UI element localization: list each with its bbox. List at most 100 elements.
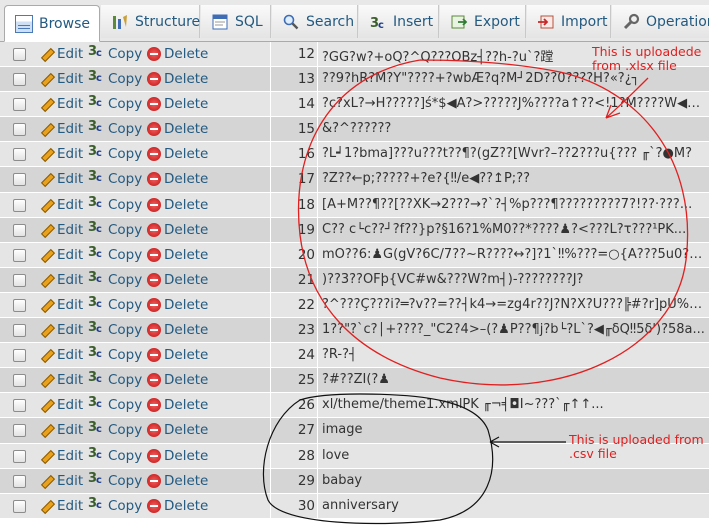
tab-structure[interactable]: Structure [101,5,200,38]
row-value[interactable]: ?L┙1?bma]???u???t??¶?(gZ??[Wvr?–??2???u{… [322,146,707,161]
edit-link[interactable]: Edit [38,121,83,137]
delete-link[interactable]: Delete [147,197,208,213]
row-value[interactable]: ??9?hR?M?Y"????+?wbÆ?q?M┘2D??0????H?«?¿┐ [322,71,707,86]
row-value[interactable]: ?R-?┤ [322,347,707,362]
tab-insert[interactable]: 3c Insert [359,5,439,38]
edit-link[interactable]: Edit [38,146,83,162]
delete-link[interactable]: Delete [147,498,208,514]
edit-link[interactable]: Edit [38,96,83,112]
delete-link[interactable]: Delete [147,372,208,388]
delete-link[interactable]: Delete [147,222,208,238]
edit-link[interactable]: Edit [38,197,83,213]
row-checkbox[interactable] [13,198,26,212]
delete-link[interactable]: Delete [147,121,208,137]
edit-link[interactable]: Edit [38,272,83,288]
delete-link[interactable]: Delete [147,146,208,162]
row-checkbox[interactable] [13,298,26,312]
edit-link[interactable]: Edit [38,46,83,62]
row-checkbox[interactable] [13,399,26,413]
tab-browse[interactable]: Browse [4,5,100,42]
row-value[interactable]: mO??6:♟G(gV?6C/7??~R????↔?]?1`‼%???=○{A?… [322,247,707,262]
copy-link[interactable]: Copy [88,195,142,213]
copy-link[interactable]: Copy [88,471,142,489]
delete-link[interactable]: Delete [147,448,208,464]
row-checkbox[interactable] [13,349,26,363]
row-value[interactable]: C?? c└c??┘?f??}p?§16?1%M0??*????♟?<???L?… [322,222,707,237]
tab-export[interactable]: Export [440,5,526,38]
row-checkbox[interactable] [13,223,26,237]
edit-link[interactable]: Edit [38,473,83,489]
delete-link[interactable]: Delete [147,347,208,363]
edit-link[interactable]: Edit [38,372,83,388]
row-checkbox[interactable] [13,48,26,61]
edit-link[interactable]: Edit [38,322,83,338]
copy-link[interactable]: Copy [88,245,142,263]
copy-link[interactable]: Copy [88,370,142,388]
edit-link[interactable]: Edit [38,397,83,413]
edit-link[interactable]: Edit [38,247,83,263]
delete-link[interactable]: Delete [147,46,208,62]
row-checkbox[interactable] [13,248,26,262]
edit-link[interactable]: Edit [38,448,83,464]
tab-sql[interactable]: SQL [201,5,271,38]
delete-link[interactable]: Delete [147,473,208,489]
row-checkbox[interactable] [13,424,26,438]
copy-link[interactable]: Copy [88,144,142,162]
row-checkbox[interactable] [13,374,26,388]
row-value[interactable]: 1??"?`c?│+????_"C2?4>–(?♟P??¶j?b└?L`?◀╓δ… [322,322,707,337]
edit-link[interactable]: Edit [38,222,83,238]
edit-link[interactable]: Edit [38,171,83,187]
delete-link[interactable]: Delete [147,71,208,87]
delete-link[interactable]: Delete [147,422,208,438]
row-value[interactable]: &?^?????? [322,121,707,136]
edit-link[interactable]: Edit [38,347,83,363]
copy-link[interactable]: Copy [88,446,142,464]
edit-link[interactable]: Edit [38,71,83,87]
copy-link[interactable]: Copy [88,119,142,137]
copy-link[interactable]: Copy [88,220,142,238]
row-value[interactable]: [A+M??¶??[??XK→2???→?`?┤%p???¶?????????7… [322,197,707,212]
copy-link[interactable]: Copy [88,44,142,62]
delete-link[interactable]: Delete [147,247,208,263]
copy-link[interactable]: Copy [88,420,142,438]
row-checkbox[interactable] [13,73,26,87]
copy-link[interactable]: Copy [88,295,142,313]
edit-link[interactable]: Edit [38,498,83,514]
row-value[interactable]: anniversary [322,498,707,513]
copy-link[interactable]: Copy [88,395,142,413]
delete-link[interactable]: Delete [147,171,208,187]
row-checkbox[interactable] [13,173,26,187]
delete-link[interactable]: Delete [147,322,208,338]
row-checkbox[interactable] [13,499,26,513]
tab-search[interactable]: Search [272,5,358,38]
row-checkbox[interactable] [13,474,26,488]
row-value[interactable]: )??3??OFþ{VC#w&???W?m┤)-????????J? [322,272,707,287]
copy-link[interactable]: Copy [88,169,142,187]
row-checkbox[interactable] [13,449,26,463]
copy-link[interactable]: Copy [88,69,142,87]
row-checkbox[interactable] [13,273,26,287]
row-checkbox[interactable] [13,123,26,137]
edit-link[interactable]: Edit [38,422,83,438]
row-value[interactable]: ?#??ZI(?♟ [322,372,707,387]
copy-link[interactable]: Copy [88,270,142,288]
row-checkbox[interactable] [13,98,26,112]
delete-link[interactable]: Delete [147,397,208,413]
row-checkbox[interactable] [13,324,26,338]
delete-link[interactable]: Delete [147,96,208,112]
row-value[interactable]: ?Z??←p;?????+?e?{‼/e◀??↥P;?? [322,171,707,186]
copy-link[interactable]: Copy [88,320,142,338]
tab-import[interactable]: Import [527,5,611,38]
row-value[interactable]: ?c?xL?→H?????]ś*$◀A?>?????J%????a↑??<!1?… [322,96,707,111]
delete-link[interactable]: Delete [147,297,208,313]
edit-link[interactable]: Edit [38,297,83,313]
row-value[interactable]: ?^???Ç???i?═?v??=??┤k4→=zg4r??J?N?X?U???… [322,297,707,312]
tab-operations[interactable]: Operations [612,5,709,38]
copy-link[interactable]: Copy [88,345,142,363]
copy-link[interactable]: Copy [88,496,142,514]
row-value[interactable]: babay [322,473,707,488]
row-value[interactable]: xl/theme/theme1.xmlPK ╓¬╡◘I~???`╓↑↑... [322,397,707,412]
copy-link[interactable]: Copy [88,94,142,112]
delete-link[interactable]: Delete [147,272,208,288]
row-checkbox[interactable] [13,148,26,162]
